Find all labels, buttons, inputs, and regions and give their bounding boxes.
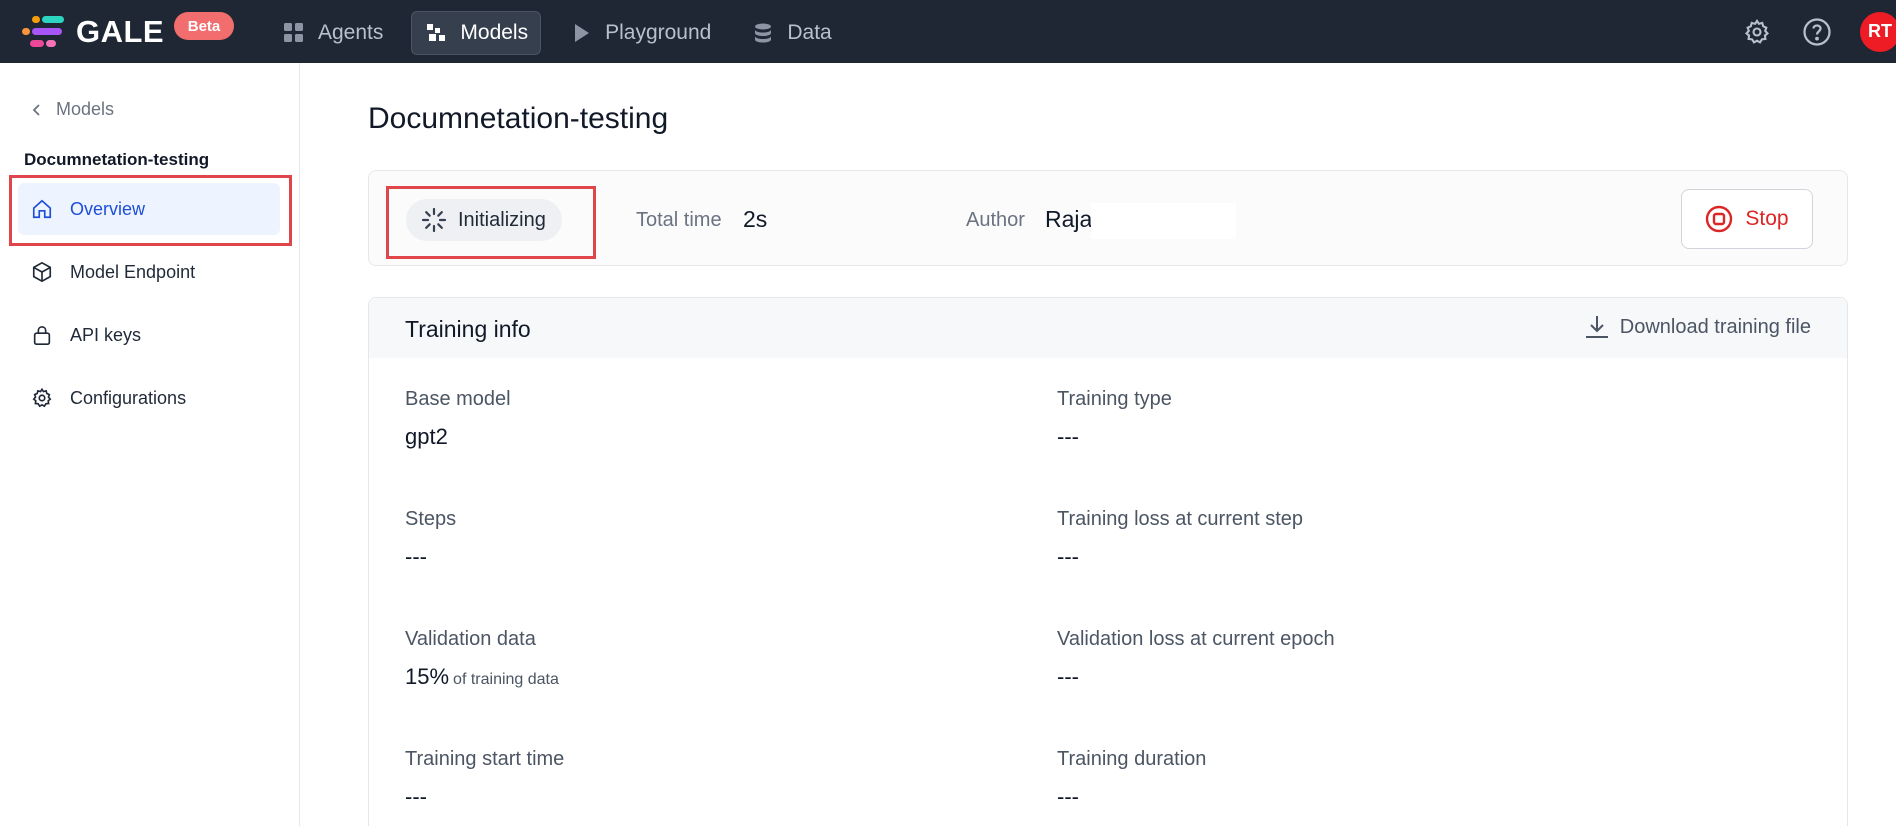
overview-highlight-box [9,175,292,246]
steps-value: --- [405,544,427,569]
training-info-title: Training info [405,316,531,342]
sidebar-item-label: API keys [70,324,142,345]
nav-models-label: Models [460,21,529,44]
training-type-value: --- [1057,424,1079,449]
main-nav: Agents Models Playground Data [270,11,860,55]
validation-loss-value: --- [1057,664,1079,689]
training-info-header: Training info Download training file [369,298,1847,358]
database-icon [751,21,775,45]
validation-data-value: 15% of training data [405,664,559,690]
training-type-label: Training type [1057,388,1172,410]
project-title: Documnetation-testing [24,150,210,169]
help-icon[interactable] [1800,15,1834,49]
base-model-value: gpt2 [405,424,448,449]
nav-models[interactable]: Models [411,11,542,55]
validation-data-label: Validation data [405,628,536,650]
beta-badge: Beta [174,12,234,40]
sidebar-item-model-endpoint[interactable]: Model Endpoint [18,246,280,298]
author-value: Raja [1045,206,1093,232]
steps-label: Steps [405,508,457,530]
settings-icon[interactable] [1740,15,1774,49]
lock-icon [30,323,54,347]
training-loss-label: Training loss at current step [1057,508,1304,530]
total-time-label: Total time [636,209,722,231]
top-navbar: GALE Beta Agents Models Playground Data [0,0,1896,63]
nav-agents[interactable]: Agents [270,11,395,55]
stop-button[interactable]: Stop [1681,189,1813,249]
training-duration-label: Training duration [1057,748,1207,770]
download-icon [1585,316,1608,338]
training-start-value: --- [405,784,427,809]
sidebar-item-configurations[interactable]: Configurations [18,372,280,424]
cube-icon [30,260,54,284]
stop-label: Stop [1745,207,1789,230]
gale-logo[interactable]: GALE [22,12,164,52]
page-title: Documnetation-testing [368,102,669,135]
download-label: Download training file [1619,315,1811,338]
sidebar-item-api-keys[interactable]: API keys [18,309,280,361]
nav-data[interactable]: Data [739,11,843,55]
nav-playground[interactable]: Playground [557,11,723,55]
play-icon [569,21,593,45]
logo-text: GALE [76,14,165,49]
training-info-card: Training info Download training file Bas… [368,297,1848,826]
back-label: Models [56,99,115,119]
total-time-value: 2s [743,206,768,232]
models-icon [424,21,448,45]
sidebar-item-label: Model Endpoint [70,261,196,282]
nav-data-label: Data [787,21,832,44]
download-training-file-button[interactable]: Download training file [1584,314,1811,340]
training-loss-value: --- [1057,544,1079,569]
status-highlight-box [386,186,596,259]
nav-playground-label: Playground [605,21,712,44]
validation-data-percent: 15% [405,664,450,689]
training-start-label: Training start time [405,748,565,770]
stop-icon [1706,205,1733,233]
validation-data-suffix: of training data [453,671,559,688]
gale-logo-icon [22,12,72,52]
top-right-actions: RT [1740,0,1896,63]
training-duration-value: --- [1057,784,1079,809]
author-label: Author [966,209,1025,231]
redacted-area [1091,203,1236,239]
chevron-left-icon [32,103,40,116]
grid-icon [282,21,306,45]
gear-icon [30,386,54,410]
nav-agents-label: Agents [318,21,384,44]
user-avatar[interactable]: RT [1860,11,1896,52]
sidebar-item-label: Configurations [70,387,187,408]
back-to-models-link[interactable]: Models [30,99,114,120]
validation-loss-label: Validation loss at current epoch [1057,628,1335,650]
base-model-label: Base model [405,388,511,410]
